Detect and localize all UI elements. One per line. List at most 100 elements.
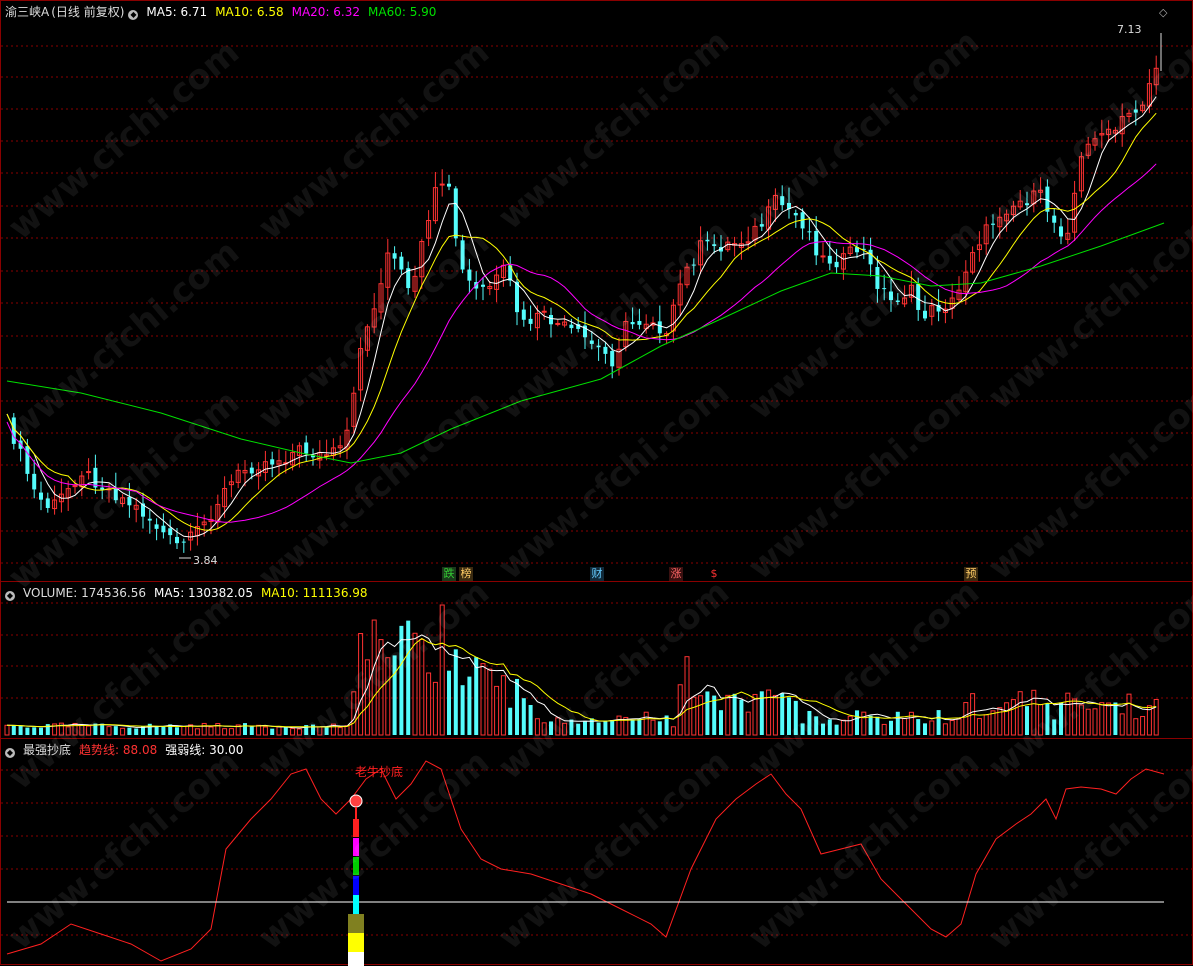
volume-bar-up [500, 675, 506, 736]
diamond-marker-icon[interactable]: ◇ [1159, 6, 1167, 19]
volume-bar-up [4, 724, 10, 736]
volume-bar-up [1133, 718, 1139, 736]
volume-bar-up [990, 710, 996, 736]
indicator-header: ◆ 最强抄底 趋势线: 88.08 强弱线: 30.00 [5, 742, 251, 758]
signal-dot-icon [349, 794, 363, 808]
vol-ma10-value: MA10: 111136.98 [260, 586, 368, 600]
volume-bar-up [262, 726, 268, 736]
candle-body-down [39, 492, 43, 500]
volume-bar-down [467, 676, 472, 735]
volume-bar-down [453, 649, 458, 735]
volume-bar-up [949, 720, 955, 736]
candle-body-down [868, 249, 873, 265]
volume-bar-down [1113, 702, 1118, 735]
candle-body-down [45, 498, 50, 508]
candle-body-down [154, 524, 159, 529]
volume-bar-up [976, 718, 982, 736]
volume-bar-down [732, 693, 737, 735]
volume-bar-down [127, 727, 132, 735]
candle-body-down [1059, 226, 1063, 237]
candle-body-down [610, 350, 615, 367]
volume-bar-up [643, 711, 649, 736]
volume-bar-down [610, 720, 615, 735]
volume-settings-icon[interactable]: ◆ [5, 591, 15, 601]
candle-body-down [481, 284, 485, 287]
candle-body-down [270, 459, 275, 465]
volume-bar-down [508, 707, 513, 735]
volume-bar-up [725, 694, 731, 736]
candle-body-down [392, 253, 397, 259]
ma10-value: MA10: 6.58 [215, 5, 284, 19]
volume-bar-down [603, 720, 608, 735]
candle-body-down [181, 541, 186, 543]
volume-bar-up [983, 714, 989, 736]
indicator-title: 最强抄底 [23, 743, 72, 757]
low-price-label: 3.84 [193, 554, 218, 567]
event-marker[interactable]: 财 [590, 567, 604, 581]
volume-bar-down [637, 719, 642, 735]
volume-bar-down [868, 715, 873, 735]
volume-bar-up [956, 718, 962, 736]
volume-bar-up [222, 728, 228, 736]
volume-bar-down [18, 726, 23, 735]
volume-bar-up [677, 684, 683, 736]
candle-body-down [814, 231, 819, 256]
candle-body-down [521, 309, 526, 320]
stock-title: 渝三峡A [5, 5, 50, 19]
candle-body-down [32, 473, 37, 490]
event-marker[interactable]: 跌 [442, 567, 456, 581]
candle-body-down [515, 281, 519, 313]
ma20-value: MA20: 6.32 [291, 5, 361, 19]
volume-bar-down [270, 728, 275, 735]
volume-bar-down [855, 710, 859, 735]
ma60-value: MA60: 5.90 [368, 5, 437, 19]
candle-body-up [72, 485, 78, 488]
candle-body-down [549, 315, 553, 325]
signal-label: 老牛抄底 [355, 765, 404, 779]
indicator-settings-icon[interactable]: ◆ [5, 748, 15, 758]
volume-bar-up [494, 685, 500, 736]
volume-bar-up [432, 681, 438, 736]
signal-bar-segment [348, 914, 364, 934]
volume-bar-up [426, 672, 432, 736]
event-marker[interactable]: 涨 [669, 567, 683, 581]
volume-bar-up [670, 726, 676, 736]
volume-bar-down [134, 728, 139, 735]
volume-bar-down [596, 722, 601, 735]
signal-bar-segment [353, 819, 359, 837]
volume-bar-down [895, 711, 900, 735]
candle-body-down [453, 188, 458, 239]
volume-bar-up [847, 715, 853, 736]
candle-body-down [168, 528, 173, 536]
volume-bar-up [745, 711, 751, 736]
candle-body-down [304, 442, 309, 454]
volume-bar-down [705, 691, 710, 735]
volume-bar-down [147, 723, 152, 735]
volume-bar-up [861, 711, 867, 736]
volume-value: VOLUME: 174536.56 [23, 586, 146, 600]
volume-bar-up [698, 695, 704, 736]
volume-bar-up [480, 663, 486, 736]
ma5-value: MA5: 6.71 [146, 5, 208, 19]
candle-body-down [249, 467, 254, 474]
volume-bar-up [1106, 702, 1112, 736]
signal-bar-segment [348, 933, 364, 953]
volume-bar-down [175, 727, 179, 735]
candle-body-down [161, 525, 166, 533]
volume-bar-down [739, 699, 744, 735]
candle-body-down [834, 261, 839, 268]
volume-header: ◆ VOLUME: 174536.56 MA5: 130382.05 MA10: 11… [5, 585, 376, 601]
volume-bar-down [875, 716, 880, 735]
trend-line-value: 趋势线: 88.08 [79, 743, 158, 757]
volume-bar-down [161, 725, 166, 735]
candle-body-up [439, 183, 445, 186]
settings-toggle-icon[interactable]: ◆ [128, 10, 139, 20]
volume-bar-up [881, 723, 887, 736]
candle-body-down [528, 318, 533, 324]
volume-bar-up [1140, 716, 1146, 736]
candle-body-down [923, 310, 927, 319]
volume-bar-down [916, 719, 921, 735]
volume-bar-up [691, 696, 697, 736]
volume-bar-down [32, 727, 37, 735]
candle-body-down [657, 321, 662, 334]
